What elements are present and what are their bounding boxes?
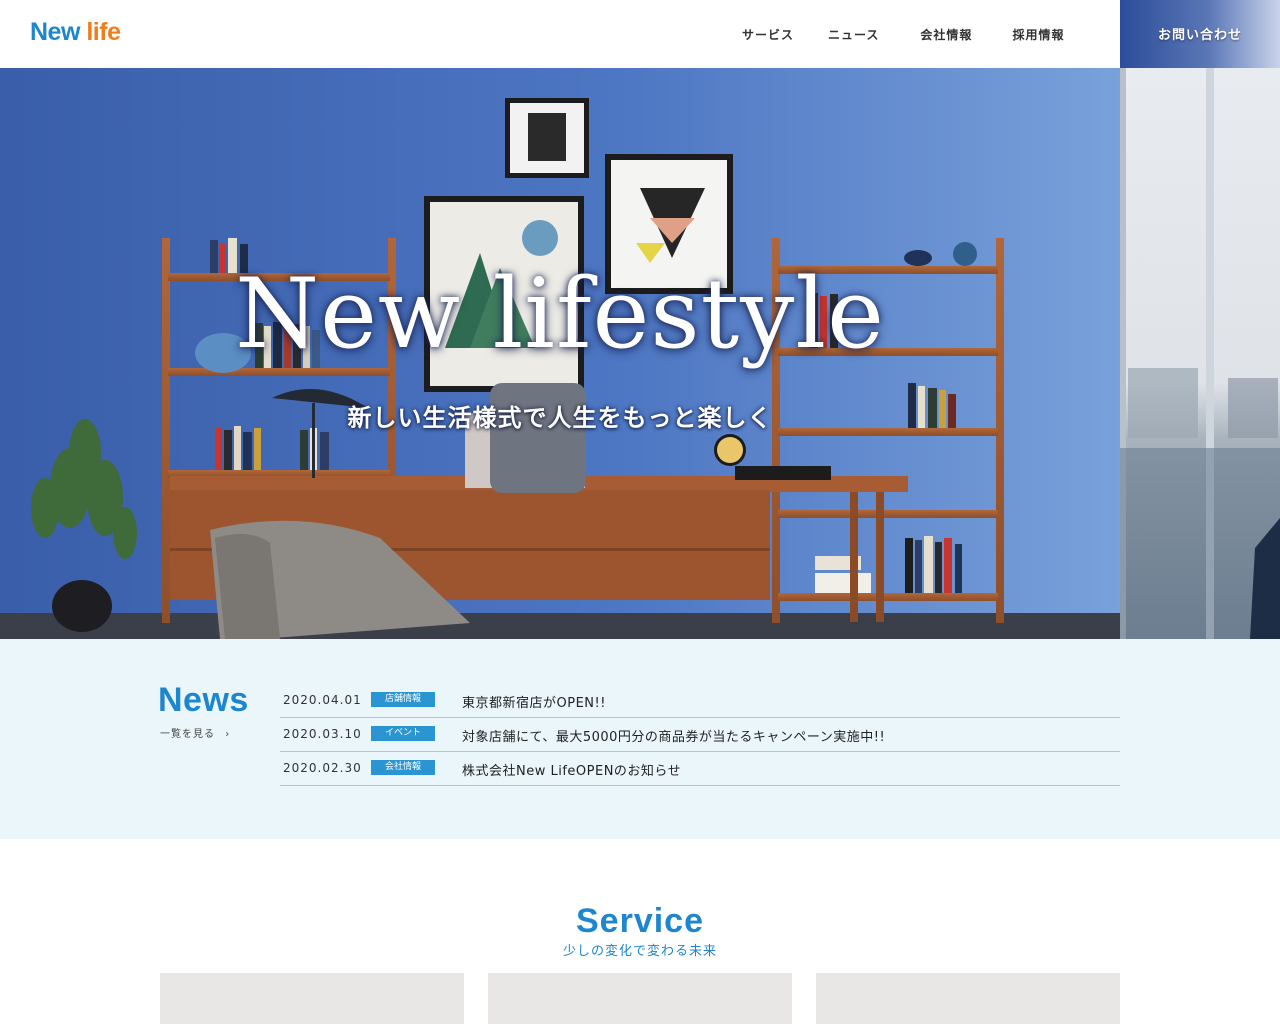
service-card[interactable] — [816, 973, 1120, 1024]
news-section: News 一覧を見る › 2020.04.01 店舗情報 東京都新宿店がOPEN… — [0, 639, 1280, 839]
main-nav: サービス ニュース 会社情報 採用情報 — [742, 0, 1098, 68]
news-headline[interactable]: 株式会社New LifeOPENのお知らせ — [462, 760, 681, 779]
contact-button[interactable]: お問い合わせ — [1120, 0, 1280, 68]
news-item[interactable]: 2020.03.10 イベント 対象店舗にて、最大5000円分の商品券が当たるキ… — [280, 718, 1120, 752]
service-card[interactable] — [488, 973, 792, 1024]
news-date: 2020.04.01 — [283, 693, 362, 707]
news-category-badge: 会社情報 — [371, 760, 435, 775]
logo-text-life: life — [86, 18, 121, 46]
nav-item-news[interactable]: ニュース — [828, 26, 879, 43]
service-cards — [160, 973, 1120, 1024]
logo-text-new: New — [30, 18, 80, 46]
site-logo[interactable]: New life — [30, 18, 121, 47]
news-date: 2020.03.10 — [283, 727, 362, 741]
hero-subtitle: 新しい生活様式で人生をもっと楽しく — [347, 404, 773, 432]
news-headline[interactable]: 対象店舗にて、最大5000円分の商品券が当たるキャンペーン実施中!! — [462, 726, 885, 745]
news-view-all-label: 一覧を見る — [160, 729, 215, 740]
news-list: 2020.04.01 店舗情報 東京都新宿店がOPEN!! 2020.03.10… — [280, 684, 1120, 786]
news-category-badge: イベント — [371, 726, 435, 741]
nav-item-recruit[interactable]: 採用情報 — [1012, 26, 1064, 43]
news-item[interactable]: 2020.02.30 会社情報 株式会社New LifeOPENのお知らせ — [280, 752, 1120, 786]
news-view-all-link[interactable]: 一覧を見る › — [160, 725, 230, 740]
service-heading: Service — [576, 902, 704, 940]
news-category-badge: 店舗情報 — [371, 692, 435, 707]
service-card[interactable] — [160, 973, 464, 1024]
service-subheading: 少しの変化で変わる未来 — [562, 944, 717, 959]
nav-item-service[interactable]: サービス — [742, 26, 794, 43]
hero-section: New lifestyle 新しい生活様式で人生をもっと楽しく — [0, 68, 1280, 639]
hero-title: New lifestyle — [235, 258, 885, 370]
chevron-right-icon: › — [225, 729, 231, 740]
news-headline[interactable]: 東京都新宿店がOPEN!! — [462, 692, 606, 711]
news-item[interactable]: 2020.04.01 店舗情報 東京都新宿店がOPEN!! — [280, 684, 1120, 718]
site-header: New life サービス ニュース 会社情報 採用情報 お問い合わせ — [0, 0, 1280, 68]
news-date: 2020.02.30 — [283, 761, 362, 775]
news-heading: News — [158, 681, 249, 719]
nav-item-company[interactable]: 会社情報 — [920, 26, 972, 43]
contact-button-label: お問い合わせ — [1157, 28, 1242, 43]
